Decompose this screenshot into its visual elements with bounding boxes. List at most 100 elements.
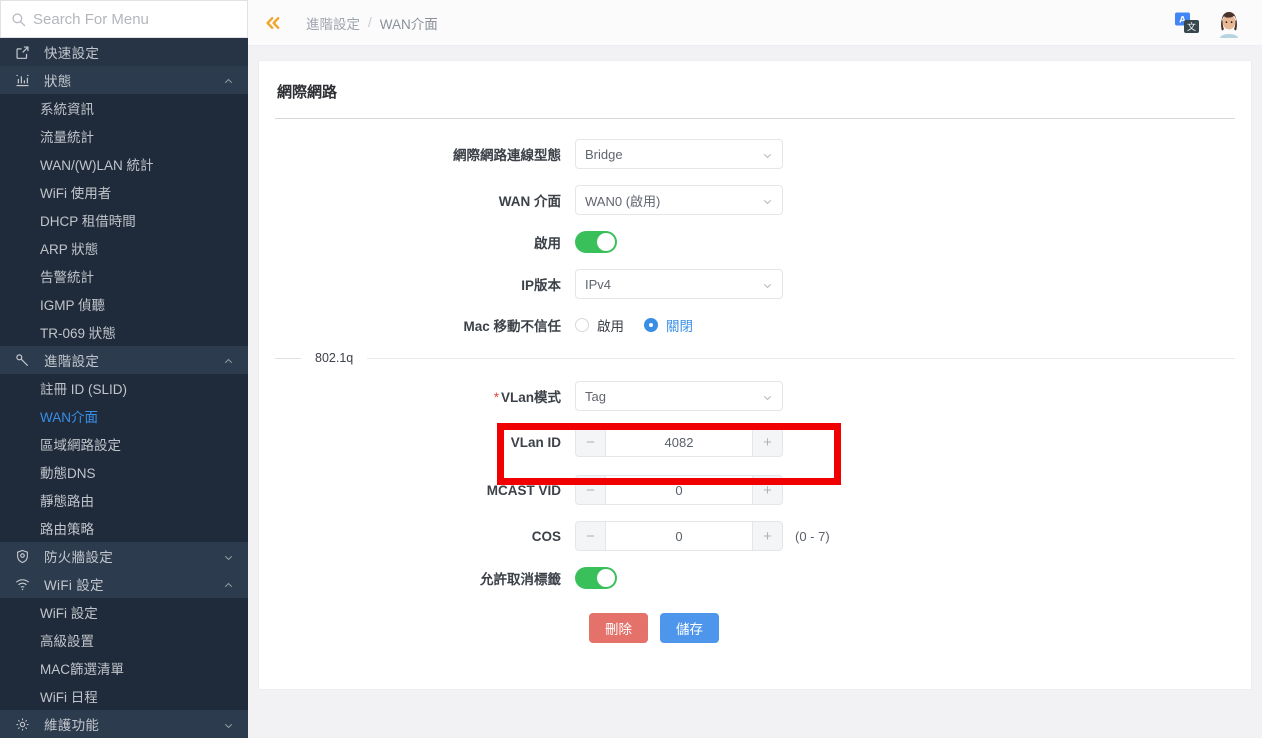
allow-untag-toggle[interactable] xyxy=(575,567,617,589)
form-row-cos: COS − 0 + (0 - 7) xyxy=(275,521,1235,551)
sidebar-group-firewall[interactable]: 防火牆設定 xyxy=(0,542,248,570)
external-link-icon xyxy=(14,44,31,61)
translate-icon[interactable]: A 文 xyxy=(1174,10,1200,36)
sidebar-item-arp-status[interactable]: ARP 狀態 xyxy=(0,234,248,262)
conn-type-field: Bridge xyxy=(575,139,783,169)
sidebar-group-maintenance[interactable]: 維護功能 xyxy=(0,710,248,738)
chevron-up-icon xyxy=(223,75,234,86)
allow-untag-label: 允許取消標籤 xyxy=(275,568,575,588)
chevron-down-icon xyxy=(762,391,773,402)
sidebar-item-igmp-snooping[interactable]: IGMP 偵聽 xyxy=(0,290,248,318)
sidebar-item-lan-settings[interactable]: 區域網路設定 xyxy=(0,430,248,458)
sidebar-item-mac-filter[interactable]: MAC篩選清單 xyxy=(0,654,248,682)
enable-toggle[interactable] xyxy=(575,231,617,253)
sidebar-group-wifi[interactable]: WiFi 設定 xyxy=(0,570,248,598)
user-avatar[interactable] xyxy=(1214,8,1244,38)
vlan-mode-value: Tag xyxy=(585,389,762,404)
sidebar-item-alarm-stats[interactable]: 告警統計 xyxy=(0,262,248,290)
form-row-enable: 啟用 xyxy=(275,231,1235,253)
sidebar-submenu-advanced: 註冊 ID (SLID) WAN介面 區域網路設定 動態DNS 靜態路由 路由策… xyxy=(0,374,248,542)
sidebar-item-system-info[interactable]: 系統資訊 xyxy=(0,94,248,122)
wan-iface-select[interactable]: WAN0 (啟用) xyxy=(575,185,783,215)
mac-distrust-label: Mac 移動不信任 xyxy=(275,315,575,335)
cos-input[interactable]: 0 xyxy=(605,521,753,551)
cos-label: COS xyxy=(275,529,575,544)
sidebar-item-label: 系統資訊 xyxy=(40,98,94,118)
sidebar-item-label: 告警統計 xyxy=(40,266,94,286)
sidebar-item-tr069-status[interactable]: TR-069 狀態 xyxy=(0,318,248,346)
ip-version-select[interactable]: IPv4 xyxy=(575,269,783,299)
sidebar-item-wan-interface[interactable]: WAN介面 xyxy=(0,402,248,430)
vlan-id-input[interactable]: 4082 xyxy=(605,427,753,457)
chevron-up-icon xyxy=(223,579,234,590)
cos-decrement-button[interactable]: − xyxy=(575,521,605,551)
radio-label: 關閉 xyxy=(666,315,693,335)
enable-field xyxy=(575,231,617,253)
delete-button[interactable]: 刪除 xyxy=(589,613,648,643)
gear-icon xyxy=(14,716,31,733)
sidebar-group-label: 防火牆設定 xyxy=(44,546,223,566)
sidebar-item-routing-policy[interactable]: 路由策略 xyxy=(0,514,248,542)
sidebar-item-wifi-schedule[interactable]: WiFi 日程 xyxy=(0,682,248,710)
sidebar-item-label: MAC篩選清單 xyxy=(40,658,124,678)
content-area: 網際網路 網際網路連線型態 Bridge WAN xyxy=(248,46,1262,738)
sidebar-item-wifi-users[interactable]: WiFi 使用者 xyxy=(0,178,248,206)
search-box[interactable] xyxy=(0,0,248,38)
breadcrumb-parent[interactable]: 進階設定 xyxy=(306,13,360,33)
sidebar-item-slid[interactable]: 註冊 ID (SLID) xyxy=(0,374,248,402)
sidebar-item-label: 高級設置 xyxy=(40,630,94,650)
cos-stepper: − 0 + xyxy=(575,521,783,551)
sidebar-item-ddns[interactable]: 動態DNS xyxy=(0,458,248,486)
conn-type-select[interactable]: Bridge xyxy=(575,139,783,169)
cos-increment-button[interactable]: + xyxy=(753,521,783,551)
double-chevron-left-icon[interactable] xyxy=(262,12,284,34)
sidebar-group-status[interactable]: 狀態 xyxy=(0,66,248,94)
mcast-vid-increment-button[interactable]: + xyxy=(753,475,783,505)
main-area: 進階設定 / WAN介面 A 文 xyxy=(248,0,1262,738)
sidebar-item-advanced-settings[interactable]: 高級設置 xyxy=(0,626,248,654)
vlan-id-field: − 4082 + xyxy=(575,427,783,457)
mcast-vid-input[interactable]: 0 xyxy=(605,475,753,505)
allow-untag-field xyxy=(575,567,617,589)
conn-type-label: 網際網路連線型態 xyxy=(275,144,575,164)
conn-type-value: Bridge xyxy=(585,147,762,162)
wan-iface-label: WAN 介面 xyxy=(275,190,575,210)
vlan-id-decrement-button[interactable]: − xyxy=(575,427,605,457)
cos-field: − 0 + (0 - 7) xyxy=(575,521,830,551)
vlan-id-stepper: − 4082 + xyxy=(575,427,783,457)
svg-text:文: 文 xyxy=(1187,21,1196,33)
vlan-mode-label: *VLan模式 xyxy=(275,386,575,406)
mcast-vid-decrement-button[interactable]: − xyxy=(575,475,605,505)
chevron-down-icon xyxy=(223,551,234,562)
save-button[interactable]: 儲存 xyxy=(660,613,719,643)
form-row-vlan-id: VLan ID − 4082 + xyxy=(275,427,1235,457)
sidebar-item-dhcp-lease[interactable]: DHCP 租借時間 xyxy=(0,206,248,234)
sidebar-group-label: 狀態 xyxy=(44,70,223,90)
mac-distrust-radio-disable[interactable]: 關閉 xyxy=(644,315,693,335)
sidebar-group-label: 快速設定 xyxy=(44,42,234,62)
sidebar-item-static-route[interactable]: 靜態路由 xyxy=(0,486,248,514)
sidebar-item-label: TR-069 狀態 xyxy=(40,322,116,342)
toggle-knob xyxy=(597,569,615,587)
chevron-down-icon xyxy=(762,279,773,290)
sidebar-item-traffic-stats[interactable]: 流量統計 xyxy=(0,122,248,150)
mcast-vid-label: MCAST VID xyxy=(275,483,575,498)
sidebar-item-wan-wlan-stats[interactable]: WAN/(W)LAN 統計 xyxy=(0,150,248,178)
wan-iface-field: WAN0 (啟用) xyxy=(575,185,783,215)
search-input[interactable] xyxy=(33,11,237,28)
vlan-mode-select[interactable]: Tag xyxy=(575,381,783,411)
ip-version-label: IP版本 xyxy=(275,274,575,294)
sidebar-item-wifi-settings[interactable]: WiFi 設定 xyxy=(0,598,248,626)
form-row-wan-iface: WAN 介面 WAN0 (啟用) xyxy=(275,185,1235,215)
breadcrumb-current: WAN介面 xyxy=(380,13,438,33)
sidebar-item-label: WiFi 使用者 xyxy=(40,182,111,202)
sidebar-group-advanced[interactable]: 進階設定 xyxy=(0,346,248,374)
page-title: 網際網路 xyxy=(275,81,1235,119)
vlan-id-increment-button[interactable]: + xyxy=(753,427,783,457)
legend-line-left xyxy=(275,358,301,359)
sidebar-item-label: 區域網路設定 xyxy=(40,434,121,454)
sidebar-item-label: WAN介面 xyxy=(40,406,98,426)
sidebar-group-quick-setup[interactable]: 快速設定 xyxy=(0,38,248,66)
wrench-icon xyxy=(14,352,31,369)
mac-distrust-radio-enable[interactable]: 啟用 xyxy=(575,315,624,335)
